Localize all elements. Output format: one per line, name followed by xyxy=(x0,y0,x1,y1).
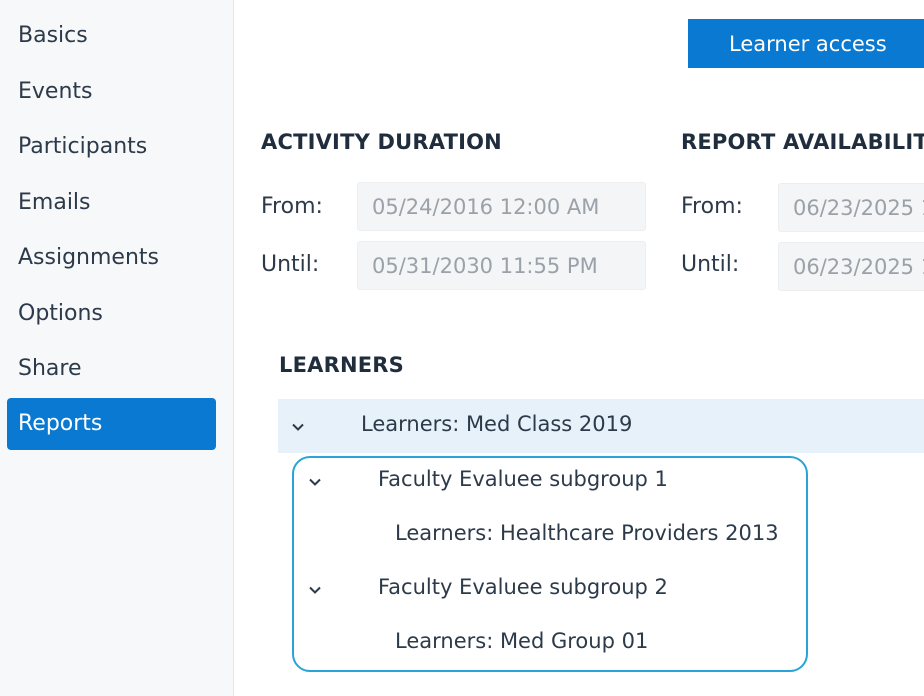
sidebar-nav: Basics Events Participants Emails Assign… xyxy=(0,0,234,696)
report-until-label: Until: xyxy=(681,252,740,277)
sidebar-item-assignments[interactable]: Assignments xyxy=(7,232,216,284)
learner-access-button[interactable]: Learner access xyxy=(688,19,924,68)
chevron-down-icon[interactable] xyxy=(308,475,322,489)
activity-until-input[interactable] xyxy=(357,241,646,290)
subgroup-label: Faculty Evaluee subgroup 2 xyxy=(378,575,668,599)
activity-from-label: From: xyxy=(261,194,323,219)
sidebar-item-share[interactable]: Share xyxy=(7,343,216,395)
sidebar-item-basics[interactable]: Basics xyxy=(7,10,216,62)
learner-group-root-label: Learners: Med Class 2019 xyxy=(361,412,633,436)
report-from-label: From: xyxy=(681,194,743,219)
chevron-down-icon[interactable] xyxy=(291,420,305,434)
activity-until-label: Until: xyxy=(261,252,320,277)
sidebar-item-events[interactable]: Events xyxy=(7,66,216,118)
activity-from-input[interactable] xyxy=(357,182,646,231)
learners-title: LEARNERS xyxy=(279,353,404,377)
activity-duration-title: ACTIVITY DURATION xyxy=(261,130,502,154)
sidebar-item-reports[interactable]: Reports xyxy=(7,398,216,450)
sidebar-item-options[interactable]: Options xyxy=(7,288,216,340)
sidebar-item-emails[interactable]: Emails xyxy=(7,177,216,229)
subgroup-label: Faculty Evaluee subgroup 1 xyxy=(378,467,668,491)
learner-group-root-row[interactable]: Learners: Med Class 2019 xyxy=(278,399,924,453)
sidebar-item-participants[interactable]: Participants xyxy=(7,121,216,173)
report-from-input[interactable] xyxy=(778,183,924,232)
subgroup-child-label: Learners: Med Group 01 xyxy=(395,629,649,653)
chevron-down-icon[interactable] xyxy=(308,583,322,597)
main-content: Learner access ACTIVITY DURATION From: U… xyxy=(235,0,924,696)
report-until-input[interactable] xyxy=(778,242,924,291)
subgroup-child-label: Learners: Healthcare Providers 2013 xyxy=(395,521,779,545)
report-availability-title: REPORT AVAILABILITY xyxy=(681,130,924,154)
